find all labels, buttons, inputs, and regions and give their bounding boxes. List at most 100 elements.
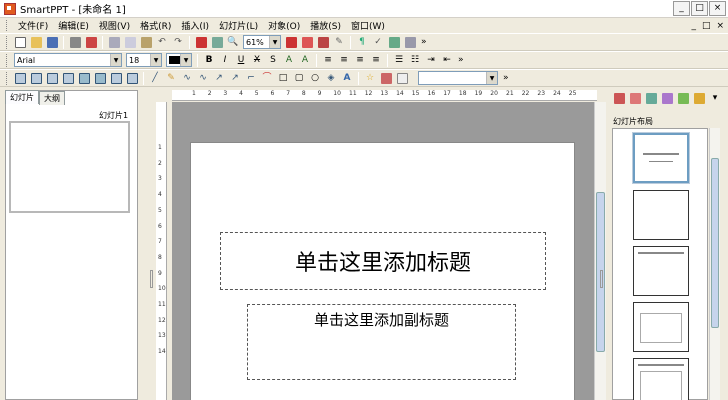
image-icon[interactable] [379, 71, 393, 85]
splitter-handle[interactable] [150, 270, 153, 288]
curved-connector-icon[interactable]: ⌒ [260, 71, 274, 85]
layout-title-only[interactable] [633, 246, 689, 296]
bring-front-icon[interactable] [77, 71, 91, 85]
slide-show-icon[interactable] [284, 35, 298, 49]
elbow-connector-icon[interactable]: ⌐ [244, 71, 258, 85]
doc-restore-button[interactable]: □ [702, 21, 711, 31]
paste-icon[interactable] [139, 35, 153, 49]
new-icon[interactable] [13, 35, 27, 49]
toolbar1-more[interactable]: » [421, 37, 427, 47]
table-icon[interactable] [387, 35, 401, 49]
toolbar2-more[interactable]: » [458, 55, 464, 65]
print-preview-icon[interactable] [84, 35, 98, 49]
clipart-icon[interactable] [692, 91, 706, 105]
slide-thumbnail[interactable] [9, 121, 130, 213]
right-splitter[interactable] [599, 90, 605, 400]
rectangle-icon[interactable]: □ [276, 71, 290, 85]
delete-slide-icon[interactable] [316, 35, 330, 49]
undo-icon[interactable]: ↶ [155, 35, 169, 49]
layout-title-content[interactable] [633, 358, 689, 400]
align-right-icon[interactable]: ≡ [353, 53, 367, 67]
minimize-button[interactable]: _ [673, 1, 690, 16]
shape-style-icon[interactable] [395, 71, 409, 85]
star-icon[interactable]: ☆ [363, 71, 377, 85]
align-left-icon[interactable]: ≡ [321, 53, 335, 67]
toolbar3-more[interactable]: » [503, 73, 509, 83]
justify-icon[interactable]: ≡ [369, 53, 383, 67]
ungroup-icon[interactable] [61, 71, 75, 85]
font-select[interactable]: Arial ▼ [14, 53, 122, 67]
menu-format[interactable]: 格式(R) [135, 19, 176, 32]
align-objects-icon[interactable] [13, 71, 27, 85]
maximize-button[interactable]: □ [691, 1, 708, 16]
cube-icon[interactable]: ◈ [324, 71, 338, 85]
connector-icon[interactable]: ↗ [228, 71, 242, 85]
bold-icon[interactable]: B [202, 53, 216, 67]
layout-scrollbar[interactable] [709, 128, 720, 400]
numbering-icon[interactable]: ☷ [408, 53, 422, 67]
freeform-icon[interactable]: ∿ [196, 71, 210, 85]
decrease-font-icon[interactable]: A [298, 53, 312, 67]
menu-edit[interactable]: 编辑(E) [53, 19, 94, 32]
doc-close-button[interactable]: × [716, 21, 724, 31]
shape-combo[interactable]: ▼ [418, 71, 498, 85]
redo-icon[interactable]: ↷ [171, 35, 185, 49]
distribute-icon[interactable] [29, 71, 43, 85]
zoom-select[interactable]: 61% ▼ [243, 35, 281, 49]
print-icon[interactable] [68, 35, 82, 49]
menu-file[interactable]: 文件(F) [13, 19, 53, 32]
shadow-icon[interactable]: S [266, 53, 280, 67]
animation-icon[interactable] [660, 91, 674, 105]
format-paint-icon[interactable]: ¶ [355, 35, 369, 49]
open-icon[interactable] [29, 35, 43, 49]
picture-icon[interactable] [210, 35, 224, 49]
underline-icon[interactable]: U [234, 53, 248, 67]
menu-slide[interactable]: 幻灯片(L) [214, 19, 263, 32]
bullets-icon[interactable]: ☰ [392, 53, 406, 67]
tab-outline[interactable]: 大纲 [39, 91, 65, 105]
close-button[interactable]: × [709, 1, 726, 16]
zoom-icon[interactable]: 🔍 [226, 35, 240, 49]
layout-icon[interactable] [612, 91, 626, 105]
subtitle-placeholder[interactable]: 单击这里添加副标题 [247, 304, 516, 380]
strikethrough-icon[interactable]: X [250, 53, 264, 67]
tab-slides[interactable]: 幻灯片 [5, 90, 39, 104]
transition-icon[interactable] [676, 91, 690, 105]
line-icon[interactable]: ╱ [148, 71, 162, 85]
menu-window[interactable]: 窗口(W) [346, 19, 390, 32]
new-slide-icon[interactable] [300, 35, 314, 49]
pencil-icon[interactable]: ✎ [164, 71, 178, 85]
align-center-icon[interactable]: ≡ [337, 53, 351, 67]
pen-icon[interactable]: ✎ [332, 35, 346, 49]
indent-icon[interactable]: ⇥ [424, 53, 438, 67]
design-icon[interactable] [628, 91, 642, 105]
chevron-down-icon[interactable]: ▾ [708, 91, 722, 105]
title-placeholder[interactable]: 单击这里添加标题 [220, 232, 546, 290]
doc-minimize-button[interactable]: _ [691, 21, 696, 31]
copy-icon[interactable] [123, 35, 137, 49]
layout-blank[interactable] [633, 190, 689, 240]
chart-icon[interactable] [194, 35, 208, 49]
layout-title[interactable] [633, 133, 689, 183]
increase-font-icon[interactable]: A [282, 53, 296, 67]
menu-view[interactable]: 视图(V) [94, 19, 135, 32]
send-back-icon[interactable] [93, 71, 107, 85]
group-icon[interactable] [45, 71, 59, 85]
outdent-icon[interactable]: ⇤ [440, 53, 454, 67]
rotate-icon[interactable] [109, 71, 123, 85]
menu-insert[interactable]: 插入(I) [176, 19, 214, 32]
cut-icon[interactable] [107, 35, 121, 49]
arrow-icon[interactable]: ↗ [212, 71, 226, 85]
layout-content[interactable] [633, 302, 689, 352]
ellipse-icon[interactable]: ○ [308, 71, 322, 85]
color-select[interactable]: ▼ [166, 53, 192, 67]
menu-play[interactable]: 播放(S) [305, 19, 346, 32]
layers-icon[interactable] [403, 35, 417, 49]
text-art-icon[interactable]: A [340, 71, 354, 85]
curve-icon[interactable]: ∿ [180, 71, 194, 85]
flip-icon[interactable] [125, 71, 139, 85]
splitter-handle[interactable] [600, 270, 603, 288]
menu-object[interactable]: 对象(O) [263, 19, 305, 32]
save-icon[interactable] [45, 35, 59, 49]
rounded-rect-icon[interactable]: ▢ [292, 71, 306, 85]
